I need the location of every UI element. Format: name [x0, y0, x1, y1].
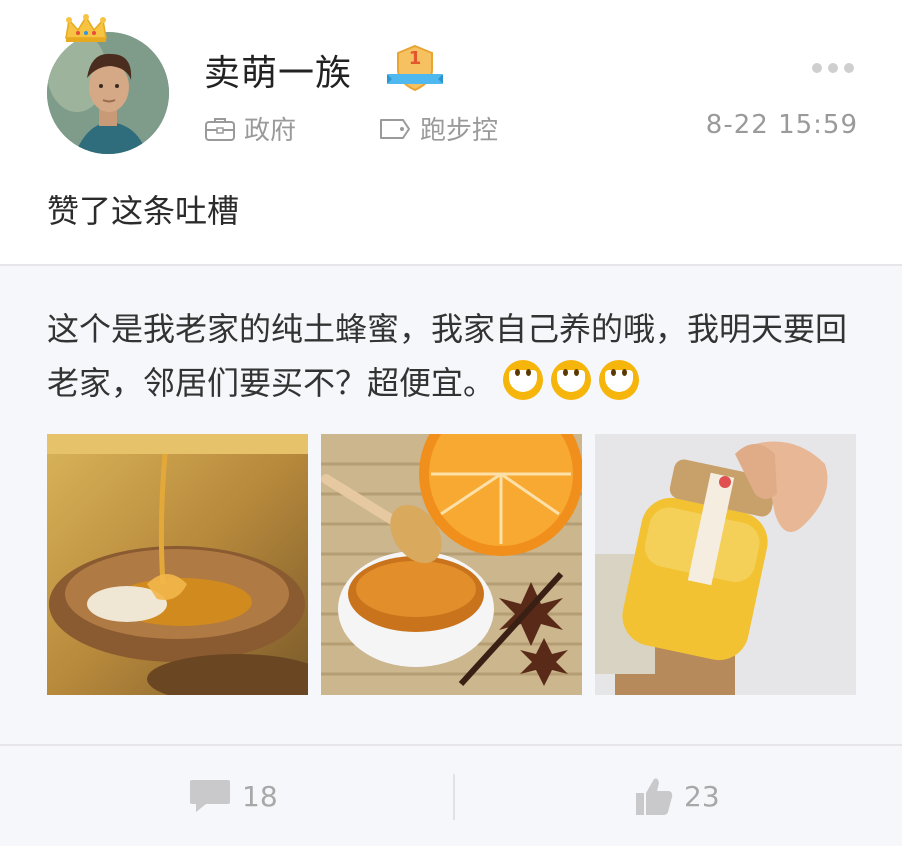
group-info: 跑步控 [378, 110, 498, 147]
activity-text: 赞了这条吐槽 [47, 192, 240, 230]
photo-honey-dipper[interactable] [321, 434, 582, 695]
like-count: 23 [684, 779, 720, 813]
level-badge: 1 [386, 44, 444, 94]
tag-icon [380, 118, 410, 139]
photo-honey-jar[interactable] [595, 434, 856, 695]
group-label: 跑步控 [420, 116, 499, 146]
photo-grid [47, 434, 856, 695]
organization-label: 政府 [244, 116, 297, 146]
like-button[interactable]: 23 [634, 770, 720, 822]
post-footer: 18 23 [0, 746, 902, 846]
briefcase-icon [205, 117, 235, 141]
post-timestamp: 8-22 15:59 [705, 110, 858, 140]
quoted-post[interactable]: 这个是我老家的纯土蜂蜜，我家自己养的哦，我明天要回老家，邻居们要买不？超便宜。 [0, 266, 902, 744]
user-avatar[interactable] [47, 14, 169, 154]
post-content: 这个是我老家的纯土蜂蜜，我家自己养的哦，我明天要回老家，邻居们要买不？超便宜。 [47, 302, 867, 410]
grinning-emoji-icon [599, 360, 640, 400]
avatar-image [47, 32, 169, 154]
crown-icon [65, 14, 107, 42]
grinning-emoji-icon [503, 360, 544, 400]
photo-honey-bowl[interactable] [47, 434, 308, 695]
dot-icon [828, 63, 838, 73]
level-badge-number: 1 [408, 48, 422, 69]
comment-button[interactable]: 18 [188, 770, 278, 822]
grinning-emoji-icon [551, 360, 592, 400]
organization-info: 政府 [204, 110, 296, 147]
post-header: 卖萌一族 1 政府 跑步控 8-22 15:59 赞了这条吐槽 [0, 0, 902, 264]
footer-divider [453, 774, 455, 820]
username[interactable]: 卖萌一族 [204, 44, 352, 96]
thumbs-up-icon [636, 778, 673, 815]
post-text: 这个是我老家的纯土蜂蜜，我家自己养的哦，我明天要回老家，邻居们要买不？超便宜。 [47, 310, 848, 402]
dot-icon [844, 63, 854, 73]
comment-count: 18 [242, 779, 278, 813]
comment-bubble-icon [190, 780, 230, 812]
more-options-button[interactable] [812, 60, 860, 76]
dot-icon [812, 63, 822, 73]
